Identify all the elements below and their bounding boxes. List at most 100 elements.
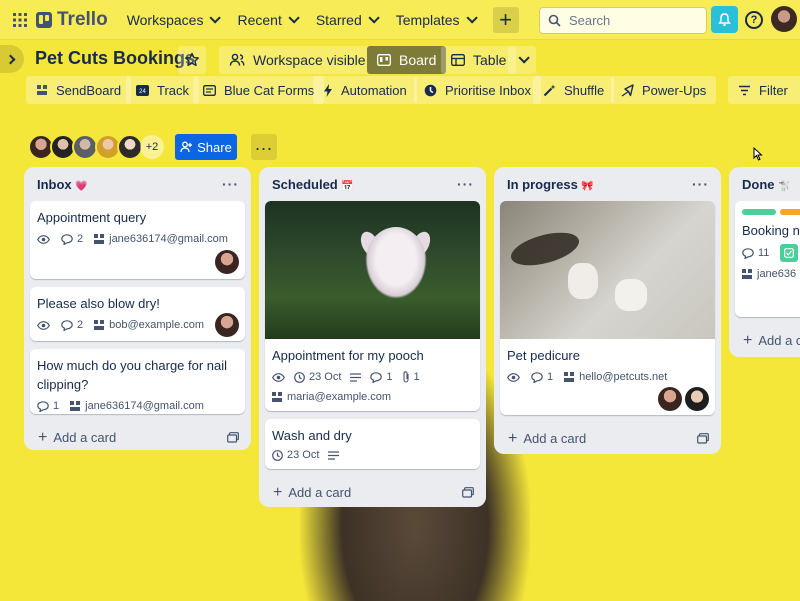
card-member-avatar[interactable] [215, 313, 239, 337]
comments-badge: 2 [61, 233, 83, 245]
notifications-bell-icon[interactable] [711, 6, 738, 33]
card[interactable]: Pet pedicure 1 hello@petcuts.net [500, 201, 715, 415]
bluecat-label: Blue Cat Forms [224, 82, 315, 98]
list-header[interactable]: Done 🐩 [735, 167, 800, 201]
account-avatar[interactable] [771, 6, 797, 32]
due-date-badge[interactable]: 23 Oct [294, 371, 341, 383]
list-menu-icon[interactable]: ··· [692, 176, 709, 192]
create-button[interactable]: + [492, 6, 519, 33]
powerup-track-button[interactable]: 24 Track [126, 76, 200, 104]
recent-label: Recent [237, 11, 282, 28]
watch-icon [272, 372, 285, 382]
board-menu-button[interactable]: ... [251, 134, 277, 160]
power-ups-button[interactable]: Power-Ups [611, 76, 717, 104]
comments-badge: 11 [742, 247, 769, 259]
templates-menu[interactable]: Templates [387, 6, 483, 34]
email-badge: jane636 [742, 268, 796, 280]
shuffle-label: Shuffle [564, 82, 605, 98]
powerup-shuffle-button[interactable]: Shuffle [533, 76, 615, 104]
comment-icon [37, 400, 49, 412]
board-view-label: Board [399, 52, 437, 68]
more-views-button[interactable] [508, 46, 536, 74]
card[interactable]: Booking ne 11 jane636 [735, 201, 800, 317]
add-card-button[interactable]: + Add a card [500, 423, 715, 455]
template-icon[interactable] [227, 431, 239, 446]
view-tab-board[interactable]: Board [367, 46, 447, 74]
template-icon[interactable] [462, 486, 474, 501]
sidebar-expand-button[interactable] [0, 45, 24, 73]
chevron-down-icon [466, 11, 478, 24]
card-member-avatar[interactable] [658, 387, 682, 411]
email-badge: maria@example.com [272, 391, 391, 403]
comment-count: 11 [758, 247, 770, 259]
list-menu-icon[interactable]: ··· [457, 176, 474, 192]
card-member-avatar[interactable] [215, 250, 239, 274]
card-labels[interactable] [735, 201, 800, 215]
star-board-button[interactable] [178, 46, 206, 74]
apps-grid-icon[interactable] [4, 4, 36, 36]
card-member-avatar[interactable] [685, 387, 709, 411]
comment-count: 1 [53, 400, 60, 412]
sendboard-icon [36, 84, 48, 96]
add-card-button[interactable]: + Add a card [30, 422, 245, 454]
list-header[interactable]: In progress 🎀 ··· [500, 167, 715, 201]
list-title: Scheduled [272, 176, 338, 192]
card[interactable]: Wash and dry 23 Oct [265, 419, 480, 469]
watch-icon [37, 320, 50, 330]
list-title: Inbox [37, 176, 72, 192]
powerup-bluecat-button[interactable]: Blue Cat Forms [193, 76, 325, 104]
template-icon[interactable] [697, 432, 709, 447]
trello-logo[interactable]: Trello [36, 9, 108, 31]
help-icon[interactable]: ? [745, 11, 763, 29]
comment-count: 2 [77, 319, 84, 331]
card-title: Booking ne [742, 223, 800, 238]
attachment-count: 1 [413, 371, 420, 383]
email-icon [94, 319, 105, 330]
list-scheduled: Scheduled 📅 ··· Appointment for my pooch… [259, 167, 486, 507]
card-email: maria@example.com [287, 391, 392, 403]
search-input[interactable]: Search [539, 7, 707, 34]
card[interactable]: Please also blow dry! 2 bob@example.com [30, 287, 245, 341]
visibility-label: Workspace visible [253, 52, 366, 68]
list-menu-icon[interactable]: ··· [222, 176, 239, 192]
list-title: In progress [507, 176, 578, 192]
comment-icon [370, 371, 383, 383]
clock-icon [272, 449, 283, 461]
share-button[interactable]: Share [175, 134, 237, 160]
comment-icon [61, 319, 73, 331]
due-date-badge[interactable]: 23 Oct [272, 449, 319, 461]
powerup-sendboard-button[interactable]: SendBoard [26, 76, 132, 104]
board-title[interactable]: Pet Cuts Bookings [35, 48, 195, 69]
visibility-button[interactable]: Workspace visible [219, 46, 376, 74]
card[interactable]: Appointment query 2 jane636174@gmail.com [30, 201, 245, 279]
email-badge: jane636174@gmail.com [70, 400, 204, 412]
add-card-label: Add a ca [758, 333, 800, 348]
list-done: Done 🐩 Booking ne 11 jane636 + Add a ca [729, 167, 800, 357]
card[interactable]: Appointment for my pooch 23 Oct 1 1 mari… [265, 201, 480, 411]
watch-icon [37, 234, 50, 244]
add-card-button[interactable]: + Add a ca [735, 325, 800, 357]
view-tab-table[interactable]: Table [441, 46, 517, 74]
label-orange [780, 209, 800, 215]
recent-menu[interactable]: Recent [228, 6, 304, 34]
track-icon: 24 [136, 84, 149, 96]
sendboard-label: SendBoard [56, 82, 122, 98]
prioritise-icon [424, 84, 437, 97]
logo-text: Trello [57, 8, 108, 30]
label-green [742, 209, 776, 215]
filter-button[interactable]: Filter [728, 76, 800, 104]
more-members-badge[interactable]: +2 [140, 135, 164, 159]
card[interactable]: How much do you charge for nail clipping… [30, 349, 245, 414]
comment-count: 1 [547, 371, 554, 383]
list-header[interactable]: Scheduled 📅 ··· [265, 167, 480, 201]
board-view-icon [377, 54, 391, 66]
list-header[interactable]: Inbox 💗 ··· [30, 167, 245, 201]
powerup-prioritise-button[interactable]: Prioritise Inbox [414, 76, 541, 104]
watch-icon [507, 372, 520, 382]
chevron-down-icon [288, 11, 300, 24]
automation-button[interactable]: Automation [313, 76, 417, 104]
filter-label: Filter [759, 82, 788, 98]
starred-menu[interactable]: Starred [307, 6, 385, 34]
add-card-button[interactable]: + Add a card [265, 477, 480, 509]
workspaces-menu[interactable]: Workspaces [118, 6, 227, 34]
